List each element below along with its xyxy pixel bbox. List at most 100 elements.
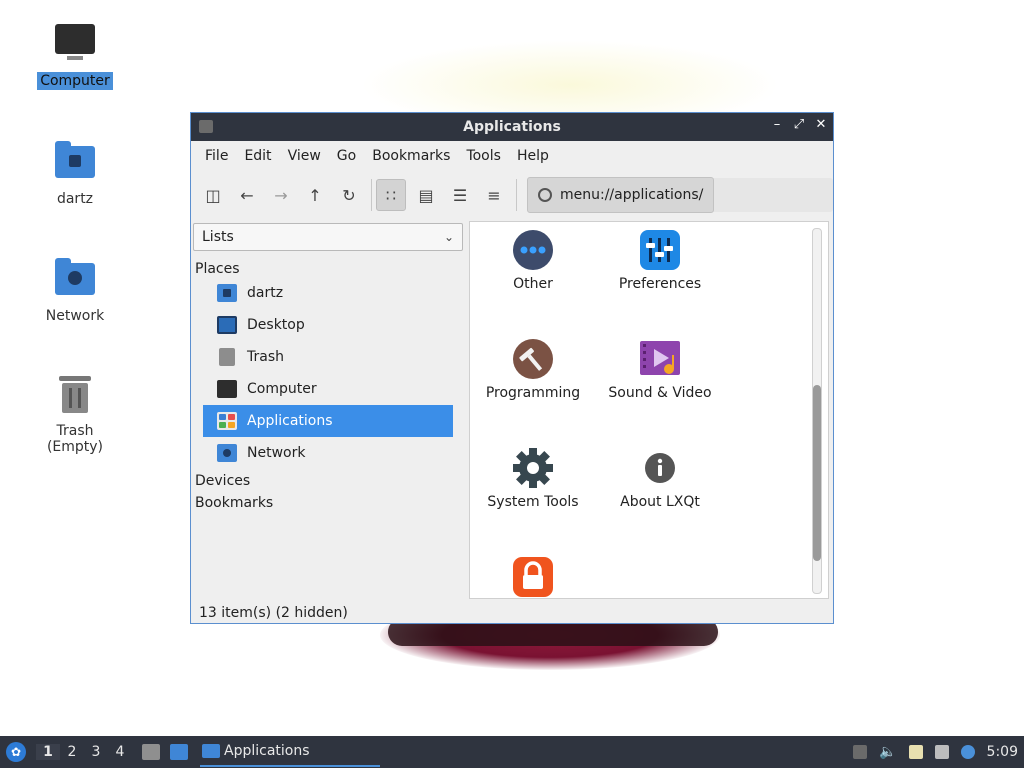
folder-view: Other Preferences Programming Sound & Vi… [469, 221, 829, 599]
path-button[interactable]: menu://applications/ [527, 177, 715, 213]
menu-edit[interactable]: Edit [236, 148, 279, 164]
taskbar: ✿ 1 2 3 4 Applications 🔈 5:09 [0, 736, 1024, 768]
minimize-icon[interactable]: – [771, 117, 783, 132]
place-network[interactable]: Network [203, 437, 453, 469]
scrollbar-thumb[interactable] [813, 385, 821, 561]
start-menu-icon[interactable]: ✿ [6, 742, 26, 762]
place-computer[interactable]: Computer [203, 373, 453, 405]
vertical-scrollbar[interactable] [812, 228, 822, 594]
desktop-icon-network[interactable]: Network [25, 257, 125, 325]
menu-go[interactable]: Go [329, 148, 364, 164]
item-label: Sound & Video [608, 385, 712, 401]
place-label: Network [247, 445, 306, 461]
sound-video-icon [640, 339, 680, 379]
folder-icon [202, 744, 220, 758]
file-manager-launcher-icon[interactable] [142, 744, 160, 760]
thumbnail-view-icon[interactable]: ▤ [412, 180, 440, 210]
side-pane-mode-value: Lists [202, 229, 234, 245]
programming-icon [513, 339, 553, 379]
path-label: menu://applications/ [560, 187, 704, 203]
workspace-4[interactable]: 4 [108, 744, 132, 760]
app-category-other[interactable]: Other [470, 230, 596, 292]
compact-view-icon[interactable]: ☰ [446, 180, 474, 210]
clipboard-icon[interactable] [908, 745, 923, 759]
show-desktop-icon[interactable] [170, 744, 188, 760]
item-label: Preferences [618, 276, 702, 292]
toolbar-separator [516, 179, 517, 211]
system-tray: 🔈 5:09 [853, 744, 1024, 760]
preferences-icon [640, 230, 680, 270]
desktop-icon-label: Computer [37, 72, 113, 90]
desktop-icon-trash[interactable]: Trash (Empty) [25, 372, 125, 456]
trash-icon [219, 348, 235, 366]
window-titlebar[interactable]: Applications – ⤢ ✕ [191, 113, 833, 141]
detailed-list-view-icon[interactable]: ≡ [480, 180, 508, 210]
toolbar: ◫ ← → ↑ ↻ ∷ ▤ ☰ ≡ menu://applications/ [191, 171, 833, 219]
workspace-2[interactable]: 2 [60, 744, 84, 760]
app-category-system-tools[interactable]: System Tools [470, 448, 596, 510]
place-trash[interactable]: Trash [203, 341, 453, 373]
menu-bookmarks[interactable]: Bookmarks [364, 148, 458, 164]
menu-tools[interactable]: Tools [458, 148, 509, 164]
file-manager-window: Applications – ⤢ ✕ File Edit View Go Boo… [190, 112, 834, 624]
computer-icon [217, 380, 237, 398]
home-folder-icon [217, 284, 237, 302]
place-applications[interactable]: Applications [203, 405, 453, 437]
places-heading[interactable]: Places [193, 251, 467, 277]
task-label: Applications [224, 743, 310, 759]
devices-heading[interactable]: Devices [193, 469, 467, 489]
network-folder-icon [217, 444, 237, 462]
trash-icon [53, 372, 97, 416]
app-category-programming[interactable]: Programming [470, 339, 596, 401]
new-tab-icon[interactable]: ◫ [199, 180, 227, 210]
workspace-switcher: 1 2 3 4 [36, 744, 132, 760]
icon-view-icon[interactable]: ∷ [376, 179, 406, 211]
system-tools-icon [513, 448, 553, 488]
place-dartz[interactable]: dartz [203, 277, 453, 309]
desktop-icon [217, 316, 237, 334]
place-label: Computer [247, 381, 317, 397]
network-icon[interactable] [934, 745, 949, 759]
menu-help[interactable]: Help [509, 148, 557, 164]
notification-icon[interactable] [960, 745, 975, 759]
maximize-icon[interactable]: ⤢ [793, 117, 805, 132]
applications-icon [217, 412, 237, 430]
reload-icon[interactable]: ↻ [335, 180, 363, 210]
desktop-icon-label: Network [45, 308, 105, 324]
place-label: Applications [247, 413, 333, 429]
back-icon[interactable]: ← [233, 180, 261, 210]
eject-icon[interactable] [853, 745, 868, 759]
desktop-icon-dartz[interactable]: dartz [25, 140, 125, 208]
workspace-3[interactable]: 3 [84, 744, 108, 760]
toolbar-separator [371, 179, 372, 211]
lock-icon [513, 557, 553, 597]
place-label: Trash [247, 349, 284, 365]
network-folder-icon [53, 257, 97, 301]
forward-icon[interactable]: → [267, 180, 295, 210]
item-label: About LXQt [620, 494, 700, 510]
desktop-icon-label: Trash (Empty) [46, 423, 104, 455]
home-folder-icon [53, 140, 97, 184]
place-label: Desktop [247, 317, 305, 333]
path-bar: menu://applications/ [527, 177, 833, 213]
place-desktop[interactable]: Desktop [203, 309, 453, 341]
menu-file[interactable]: File [197, 148, 236, 164]
bookmarks-heading[interactable]: Bookmarks [193, 489, 467, 511]
computer-icon [53, 22, 97, 66]
app-about-lxqt[interactable]: About LXQt [597, 448, 723, 510]
volume-icon[interactable]: 🔈 [879, 744, 896, 760]
clock[interactable]: 5:09 [987, 744, 1018, 760]
window-title: Applications [463, 119, 561, 135]
up-icon[interactable]: ↑ [301, 180, 329, 210]
menu-bar: File Edit View Go Bookmarks Tools Help [191, 141, 833, 171]
side-pane-mode-select[interactable]: Lists ⌄ [193, 223, 463, 251]
workspace-1[interactable]: 1 [36, 744, 60, 760]
app-category-preferences[interactable]: Preferences [597, 230, 723, 292]
close-icon[interactable]: ✕ [815, 117, 827, 132]
menu-view[interactable]: View [280, 148, 329, 164]
taskbar-task-applications[interactable]: Applications [200, 737, 380, 767]
app-category-sound-video[interactable]: Sound & Video [597, 339, 723, 401]
item-label: Other [513, 276, 553, 292]
app-lock-screen[interactable] [470, 557, 596, 603]
desktop-icon-computer[interactable]: Computer [25, 22, 125, 90]
